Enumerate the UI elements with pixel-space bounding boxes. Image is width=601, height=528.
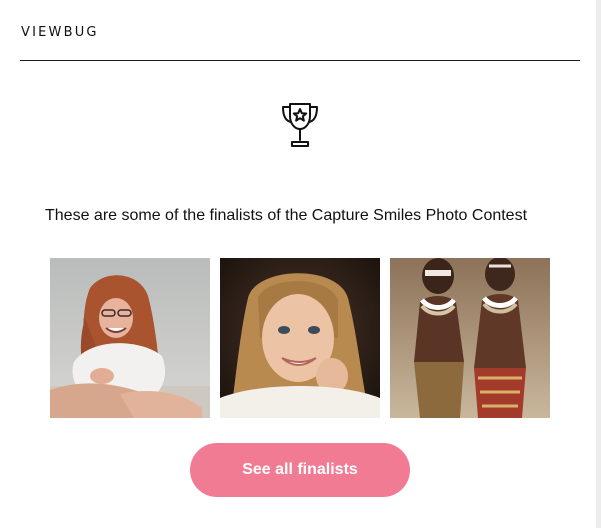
- email-body: VIEWBUG These are some of the finalists …: [0, 0, 601, 528]
- contest-headline: These are some of the finalists of the C…: [45, 207, 528, 224]
- brand-logo-text[interactable]: VIEWBUG: [21, 25, 99, 40]
- see-all-finalists-button[interactable]: See all finalists: [190, 443, 410, 497]
- finalist-photo-1[interactable]: [50, 258, 210, 418]
- scrollbar-track[interactable]: [596, 0, 601, 528]
- finalist-photo-3[interactable]: [390, 258, 550, 418]
- header-divider: [20, 60, 580, 61]
- finalist-photo-2[interactable]: [220, 258, 380, 418]
- trophy-icon: [282, 103, 318, 147]
